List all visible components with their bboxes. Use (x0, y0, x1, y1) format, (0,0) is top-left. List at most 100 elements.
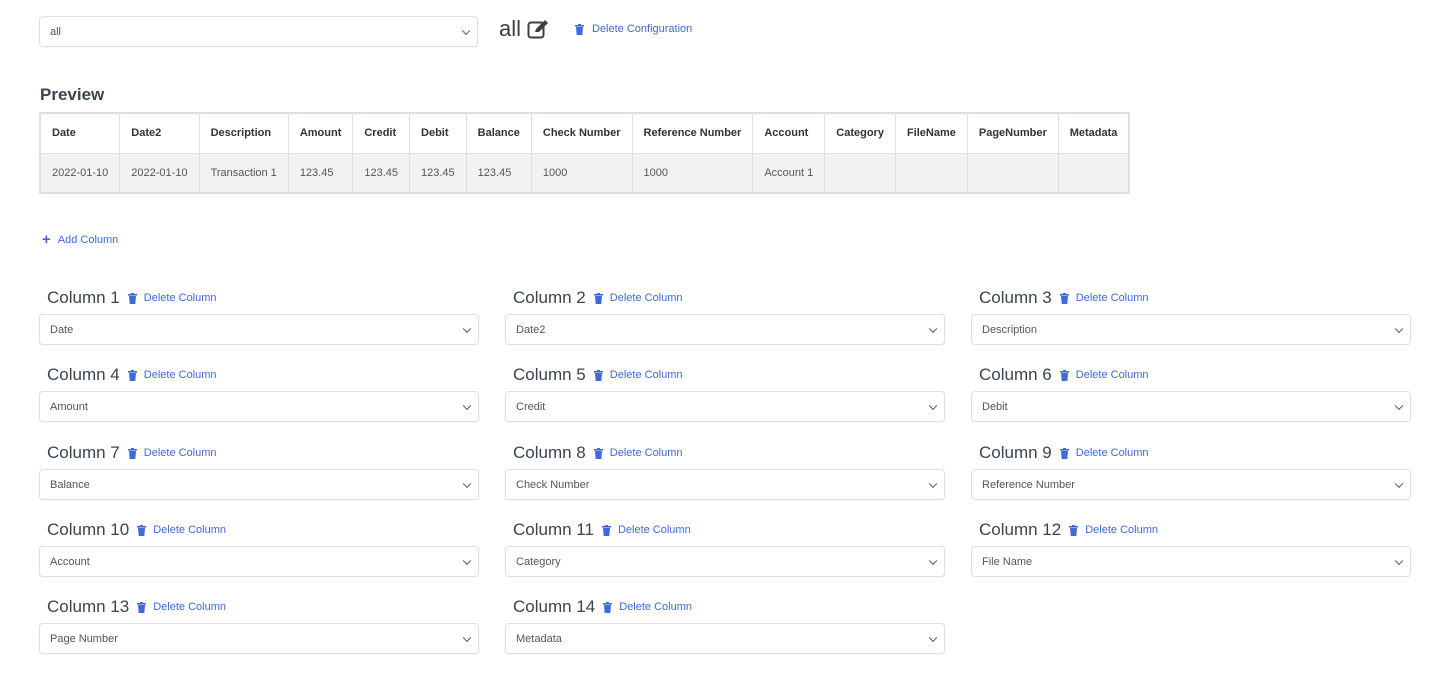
edit-icon[interactable] (527, 19, 549, 39)
column-header: Column 14 Delete Column (505, 596, 945, 618)
delete-column-button[interactable]: Delete Column (593, 369, 683, 381)
column-field-select[interactable]: Reference Number (971, 469, 1411, 500)
column-field-value: Reference Number (982, 478, 1075, 491)
preview-header-cell: Balance (465, 112, 532, 154)
column-config-1: Column 1 Delete Column Date (39, 287, 479, 345)
chevron-down-icon (928, 556, 938, 565)
column-field-select[interactable]: Description (971, 314, 1411, 345)
column-field-value: Date (50, 323, 74, 336)
preview-header-cell: PageNumber (966, 112, 1059, 154)
add-column-button[interactable]: + Add Column (42, 232, 118, 247)
column-header: Column 13 Delete Column (39, 596, 479, 618)
column-label: Column 3 (979, 288, 1052, 307)
add-column-label: Add Column (57, 233, 119, 246)
column-config-5: Column 5 Delete Column Credit (505, 364, 945, 422)
column-config-14: Column 14 Delete Column Metadata (505, 596, 945, 654)
chevron-down-icon (462, 633, 472, 642)
column-label: Column 11 (513, 520, 594, 539)
preview-header-cell: Reference Number (631, 112, 754, 154)
column-header: Column 3 Delete Column (971, 287, 1411, 309)
preview-title: Preview (40, 85, 105, 104)
column-label: Column 10 (47, 520, 130, 539)
column-field-select[interactable]: Date (39, 314, 479, 345)
configuration-name-text: all (499, 16, 522, 41)
chevron-down-icon (462, 479, 472, 488)
column-header: Column 1 Delete Column (39, 287, 479, 309)
delete-configuration-label: Delete Configuration (592, 23, 693, 35)
trash-icon (601, 524, 611, 536)
delete-column-button[interactable]: Delete Column (593, 447, 683, 459)
plus-icon: + (42, 231, 51, 248)
column-field-select[interactable]: Category (505, 546, 945, 577)
delete-column-button[interactable]: Delete Column (127, 292, 217, 304)
column-field-value: Page Number (50, 632, 118, 645)
column-label: Column 9 (979, 443, 1052, 462)
column-config-10: Column 10 Delete Column Account (39, 519, 479, 577)
delete-column-label: Delete Column (617, 524, 691, 536)
trash-icon (1059, 447, 1069, 459)
column-field-select[interactable]: Date2 (505, 314, 945, 345)
preview-cell: 123.45 (287, 152, 354, 194)
column-field-select[interactable]: Debit (971, 391, 1411, 422)
delete-column-button[interactable]: Delete Column (601, 524, 691, 536)
preview-cell (966, 152, 1059, 194)
preview-header-cell: Date (39, 112, 121, 154)
column-label: Column 7 (47, 443, 120, 462)
trash-icon (1059, 292, 1069, 304)
delete-column-button[interactable]: Delete Column (137, 601, 226, 613)
delete-column-button[interactable]: Delete Column (1059, 447, 1149, 459)
column-config-13: Column 13 Delete Column Page Number (39, 596, 479, 654)
column-field-select[interactable]: Account (39, 546, 479, 577)
trash-icon (127, 369, 137, 381)
column-field-select[interactable]: Page Number (39, 623, 479, 654)
column-field-select[interactable]: File Name (971, 546, 1411, 577)
column-config-3: Column 3 Delete Column Description (971, 287, 1411, 345)
preview-cell (824, 152, 896, 194)
configuration-name: all (499, 16, 549, 42)
column-label: Column 13 (47, 597, 130, 616)
delete-column-label: Delete Column (619, 601, 692, 613)
chevron-down-icon (928, 633, 938, 642)
column-field-select[interactable]: Amount (39, 391, 479, 422)
delete-column-button[interactable]: Delete Column (137, 524, 226, 536)
delete-column-label: Delete Column (609, 369, 683, 381)
column-label: Column 1 (47, 288, 120, 307)
column-config-9: Column 9 Delete Column Reference Number (971, 442, 1411, 500)
delete-column-button[interactable]: Delete Column (593, 292, 683, 304)
configuration-select-value: all (50, 25, 62, 38)
preview-row: 2022-01-10 2022-01-10 Transaction 1 123.45 1… (39, 152, 1130, 194)
delete-column-button[interactable]: Delete Column (1069, 524, 1158, 536)
chevron-down-icon (462, 401, 472, 410)
column-header: Column 5 Delete Column (505, 364, 945, 386)
delete-column-label: Delete Column (1075, 369, 1149, 381)
chevron-down-icon (1394, 324, 1404, 333)
column-field-value: Balance (50, 478, 90, 491)
delete-column-label: Delete Column (143, 369, 217, 381)
column-header: Column 7 Delete Column (39, 442, 479, 464)
trash-icon (1069, 524, 1079, 536)
column-field-select[interactable]: Credit (505, 391, 945, 422)
delete-column-button[interactable]: Delete Column (1059, 369, 1149, 381)
trash-icon (593, 292, 603, 304)
column-field-select[interactable]: Check Number (505, 469, 945, 500)
column-field-select[interactable]: Balance (39, 469, 479, 500)
preview-cell: 123.45 (465, 152, 532, 194)
delete-column-button[interactable]: Delete Column (127, 369, 217, 381)
trash-icon (575, 23, 584, 35)
preview-header-cell: Category (824, 112, 896, 154)
column-field-select[interactable]: Metadata (505, 623, 945, 654)
trash-icon (127, 292, 137, 304)
column-header: Column 11 Delete Column (505, 519, 945, 541)
delete-column-button[interactable]: Delete Column (127, 447, 217, 459)
preview-header-cell: Date2 (119, 112, 200, 154)
delete-configuration-button[interactable]: Delete Configuration (575, 23, 692, 35)
delete-column-button[interactable]: Delete Column (603, 601, 692, 613)
trash-icon (137, 524, 147, 536)
column-label: Column 5 (513, 365, 586, 384)
delete-column-label: Delete Column (153, 601, 226, 613)
delete-column-button[interactable]: Delete Column (1059, 292, 1149, 304)
configuration-select[interactable]: all (39, 16, 478, 47)
chevron-down-icon (1394, 556, 1404, 565)
column-field-value: Metadata (516, 632, 562, 645)
preview-cell: Account 1 (752, 152, 826, 194)
